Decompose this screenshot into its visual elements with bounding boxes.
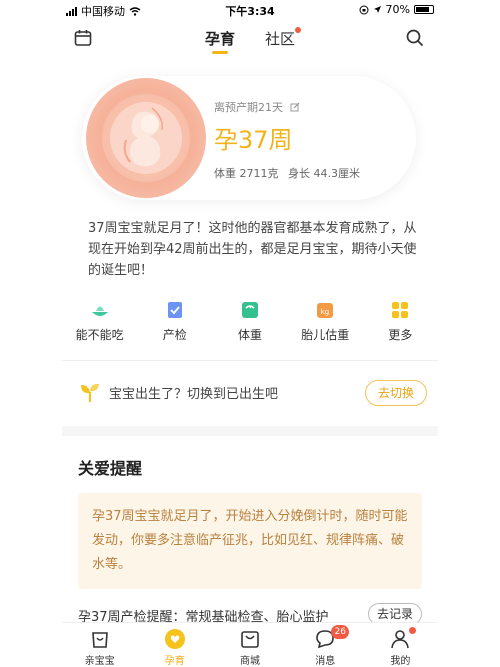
tool-more[interactable]: 更多 xyxy=(363,300,438,352)
sprout-icon xyxy=(81,383,99,402)
baby-bag-icon xyxy=(91,632,108,648)
fetus-stats: 体重 2711克 身长 44.3厘米 xyxy=(214,165,360,181)
top-tabs: 孕育 社区 xyxy=(62,27,438,54)
status-bar: 中国移动 下午3:34 70% xyxy=(62,0,438,20)
fetus-weight: 体重 2711克 xyxy=(214,167,279,180)
fetus-icon xyxy=(102,94,190,182)
person-icon xyxy=(391,630,410,649)
tool-label: 产检 xyxy=(162,328,187,342)
edit-icon[interactable] xyxy=(290,102,300,112)
battery-percent: 70% xyxy=(385,3,410,16)
bowl-icon xyxy=(91,306,108,316)
tool-label: 能不能吃 xyxy=(75,328,124,342)
svg-text:kg: kg xyxy=(321,308,330,316)
top-header: 孕育 社区 xyxy=(62,20,438,58)
tab-community-label: 社区 xyxy=(265,30,296,48)
pregnancy-week-card[interactable]: 离预产期21天 孕37周 体重 2711克 身长 44.3厘米 xyxy=(82,76,416,200)
nav-qinbaobao[interactable]: 亲宝宝 xyxy=(62,623,137,667)
tab-community[interactable]: 社区 xyxy=(265,27,302,49)
tool-label: 体重 xyxy=(238,328,263,342)
due-date-countdown[interactable]: 离预产期21天 xyxy=(214,99,300,115)
tool-fetal-weight[interactable]: kg 胎儿估重 xyxy=(288,300,363,352)
nav-messages[interactable]: 26 消息 xyxy=(288,623,363,667)
shopping-bag-icon xyxy=(241,631,259,648)
battery-icon xyxy=(414,5,434,14)
clipboard-icon xyxy=(167,302,182,318)
lock-rotation-icon xyxy=(359,5,369,14)
app-screen: 中国移动 下午3:34 70% 孕育 社区 离预产期21天 孕37周 体重 27… xyxy=(62,0,438,667)
section-gap xyxy=(62,426,438,436)
divider xyxy=(62,360,438,361)
switch-button[interactable]: 去切换 xyxy=(365,380,427,406)
nav-label: 商城 xyxy=(240,656,260,667)
scale-icon xyxy=(242,302,258,318)
kg-weight-icon: kg xyxy=(317,303,334,318)
tool-grid: 能不能吃 产检 体重 kg 胎儿估重 更多 xyxy=(62,300,438,352)
nav-label: 我的 xyxy=(390,656,411,667)
care-reminder-title: 关爱提醒 xyxy=(78,459,143,478)
fetus-length: 身长 44.3厘米 xyxy=(288,167,360,180)
search-icon[interactable] xyxy=(406,29,424,47)
week-description: 37周宝宝就足月了！这时他的器官都基本发育成熟了，从现在开始到孕42周前出生的，… xyxy=(88,221,417,278)
switch-to-born-row: 宝宝出生了？切换到已出生吧 去切换 xyxy=(62,372,438,412)
nav-label: 消息 xyxy=(315,656,336,667)
tab-pregnancy-label: 孕育 xyxy=(204,30,235,48)
tool-checkup[interactable]: 产检 xyxy=(137,300,212,352)
notification-dot xyxy=(409,627,417,634)
nav-mine[interactable]: 我的 xyxy=(363,623,438,667)
location-icon xyxy=(373,6,381,13)
care-reminder-box: 孕37周宝宝就足月了，开始进入分娩倒计时，随时可能发动，你要多注意临产征兆，比如… xyxy=(78,493,422,589)
fetus-illustration xyxy=(86,78,206,198)
nav-label: 亲宝宝 xyxy=(84,656,115,667)
nav-pregnancy[interactable]: 孕育 xyxy=(137,623,212,667)
tab-pregnancy[interactable]: 孕育 xyxy=(204,28,235,54)
message-count-badge: 26 xyxy=(331,625,350,639)
bottom-nav: 亲宝宝 孕育 商城 26 消息 我的 xyxy=(62,622,438,667)
notification-dot xyxy=(295,27,302,33)
grid-icon xyxy=(392,302,409,318)
tool-weight[interactable]: 体重 xyxy=(212,300,287,352)
due-date-text: 离预产期21天 xyxy=(214,101,283,114)
nav-label: 孕育 xyxy=(164,656,185,667)
pregnancy-week-title: 孕37周 xyxy=(214,126,293,154)
switch-prompt: 宝宝出生了？切换到已出生吧 xyxy=(109,387,279,402)
status-right: 70% xyxy=(359,3,434,16)
tool-label: 更多 xyxy=(388,328,413,342)
tool-label: 胎儿估重 xyxy=(301,328,350,342)
nav-mall[interactable]: 商城 xyxy=(212,623,287,667)
tool-can-eat[interactable]: 能不能吃 xyxy=(62,300,137,352)
heart-icon xyxy=(164,629,185,649)
